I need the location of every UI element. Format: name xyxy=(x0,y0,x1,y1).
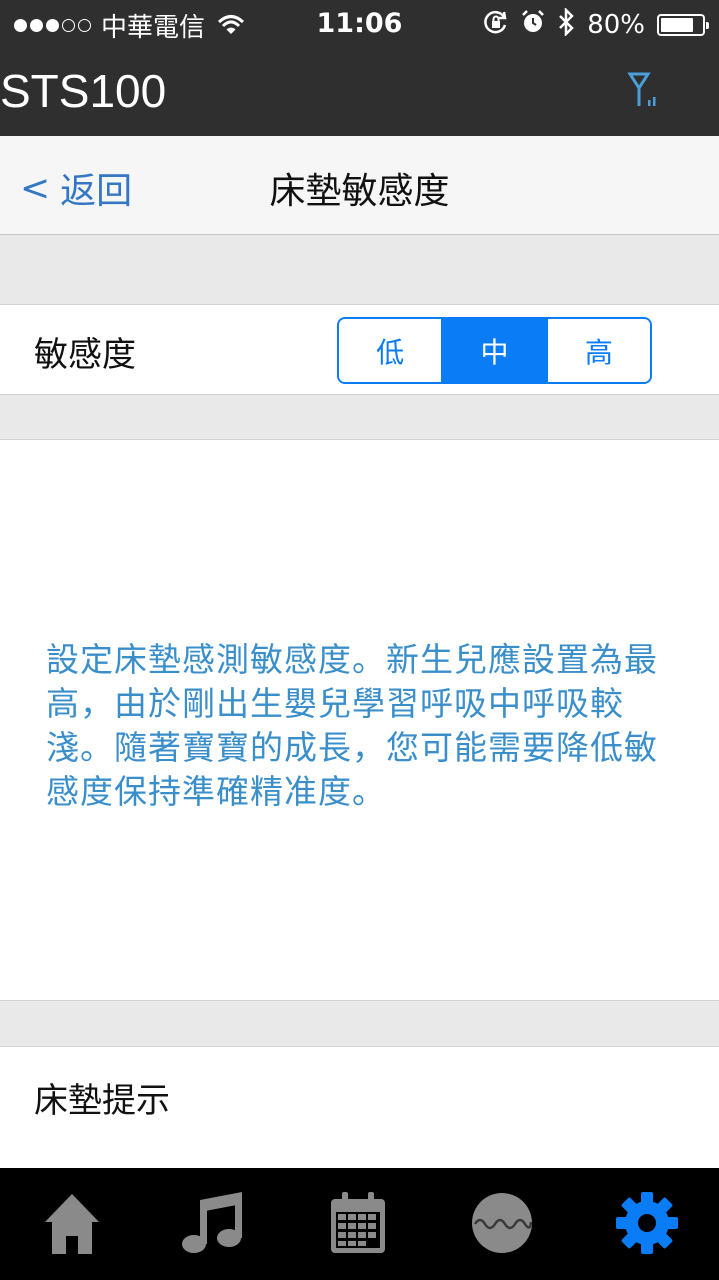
sensitivity-row: 敏感度 低 中 高 xyxy=(0,305,719,394)
calendar-icon[interactable] xyxy=(313,1178,403,1268)
segment-low[interactable]: 低 xyxy=(339,319,442,382)
section-separator xyxy=(0,235,719,305)
section-separator xyxy=(0,1000,719,1047)
antenna-signal-icon[interactable] xyxy=(626,70,666,114)
music-note-icon[interactable] xyxy=(170,1178,260,1268)
mattress-hint-row[interactable]: 床墊提示 xyxy=(0,1047,719,1168)
sensitivity-segmented-control: 低 中 高 xyxy=(337,317,652,384)
tab-bar xyxy=(0,1168,719,1280)
segment-medium[interactable]: 中 xyxy=(441,319,546,382)
section-separator xyxy=(0,394,719,440)
status-bar: 中華電信 11:06 80% xyxy=(0,0,719,50)
navigation-bar: < 返回 床墊敏感度 xyxy=(0,136,719,235)
waveform-icon[interactable] xyxy=(457,1178,547,1268)
mattress-hint-label: 床墊提示 xyxy=(34,1081,170,1121)
battery-percent: 80% xyxy=(587,10,645,40)
home-icon[interactable] xyxy=(27,1178,117,1268)
battery-icon xyxy=(657,14,709,36)
app-title: STS100 xyxy=(0,65,167,117)
sensitivity-description: 設定床墊感測敏感度。新生兒應設置為最高，由於剛出生嬰兒學習呼吸中呼吸較淺。隨著寶… xyxy=(46,640,658,811)
bluetooth-icon xyxy=(557,6,575,43)
status-right: 80% xyxy=(483,6,709,43)
sensitivity-label: 敏感度 xyxy=(34,335,136,375)
alarm-icon xyxy=(521,9,545,42)
rotation-lock-icon xyxy=(483,9,509,42)
page-title: 床墊敏感度 xyxy=(269,171,450,212)
app-header: STS100 xyxy=(0,50,719,136)
gear-icon[interactable] xyxy=(602,1178,692,1268)
segment-high[interactable]: 高 xyxy=(545,319,650,382)
